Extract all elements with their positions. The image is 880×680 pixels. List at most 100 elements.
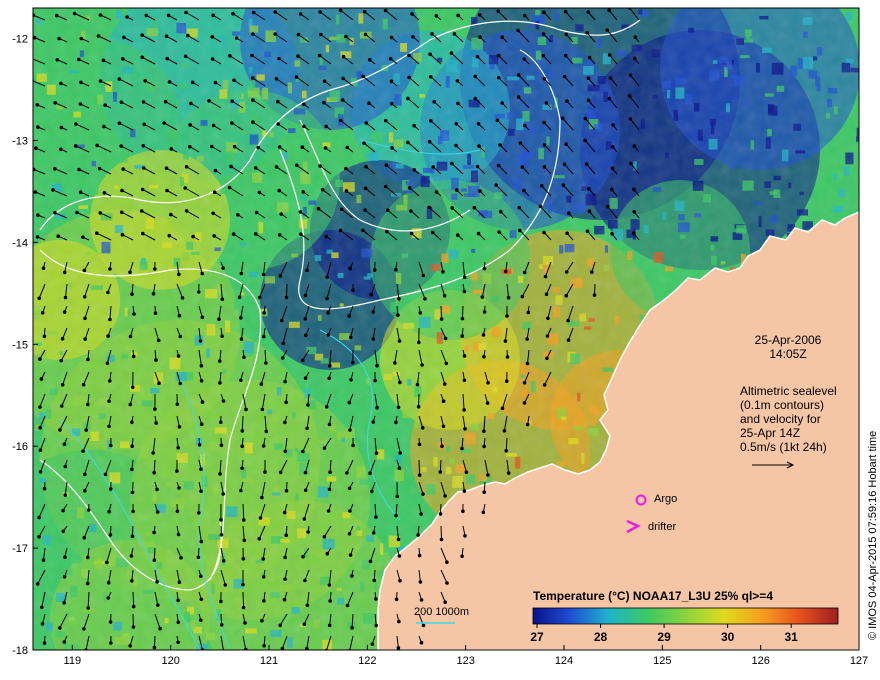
velocity-arrow-head bbox=[63, 464, 68, 469]
velocity-arrow-head bbox=[542, 143, 547, 147]
velocity-arrow-head bbox=[522, 123, 527, 128]
velocity-arrow-head bbox=[371, 310, 376, 314]
velocity-arrow-head bbox=[294, 75, 299, 79]
velocity-arrow-head bbox=[375, 363, 379, 368]
velocity-arrow-head bbox=[230, 99, 234, 103]
velocity-arrow-head bbox=[60, 337, 65, 341]
velocity-arrow-head bbox=[584, 162, 589, 166]
velocity-arrow-head bbox=[278, 623, 283, 628]
velocity-arrow-head bbox=[284, 400, 288, 405]
velocity-arrow-head bbox=[180, 296, 185, 300]
velocity-arrow-head bbox=[141, 166, 146, 170]
velocity-arrow-head bbox=[394, 597, 399, 602]
x-tick-label: 124 bbox=[555, 655, 573, 667]
velocity-arrow-head bbox=[184, 209, 189, 213]
velocity-arrow-head bbox=[262, 334, 266, 339]
velocity-arrow-head bbox=[98, 211, 103, 215]
velocity-arrow-head bbox=[394, 420, 398, 425]
velocity-arrow-head bbox=[473, 74, 478, 79]
velocity-arrow-head bbox=[167, 80, 172, 84]
y-tick-label: -18 bbox=[12, 645, 28, 657]
velocity-arrow-head bbox=[261, 272, 266, 277]
velocity-arrow-head bbox=[348, 266, 352, 271]
velocity-arrow-head bbox=[53, 211, 57, 215]
velocity-arrow-head bbox=[326, 509, 331, 513]
velocity-arrow-head bbox=[131, 625, 136, 629]
velocity-arrow-head bbox=[197, 511, 201, 515]
velocity-arrow-head bbox=[239, 271, 244, 276]
velocity-arrow-head bbox=[177, 425, 182, 429]
velocity-arrow-head bbox=[33, 190, 38, 194]
velocity-arrow-head bbox=[456, 13, 460, 18]
velocity-arrow-head bbox=[274, 77, 279, 81]
velocity-arrow-head bbox=[434, 14, 439, 18]
velocity-arrow-head bbox=[284, 295, 289, 300]
velocity-arrow-head bbox=[175, 469, 179, 473]
date-text: 25-Apr-2006 bbox=[754, 333, 822, 347]
velocity-arrow-head bbox=[585, 229, 590, 233]
velocity-arrow-head bbox=[586, 98, 591, 103]
velocity-arrow-head bbox=[260, 495, 264, 500]
velocity-arrow-head bbox=[518, 228, 522, 233]
velocity-arrow-head bbox=[368, 559, 373, 564]
velocity-arrow-head bbox=[305, 426, 309, 431]
velocity-arrow-head bbox=[323, 146, 328, 150]
velocity-arrow-head bbox=[152, 558, 157, 563]
velocity-arrow-head bbox=[428, 52, 432, 57]
velocity-arrow-head bbox=[419, 640, 424, 645]
velocity-arrow-head bbox=[427, 205, 432, 210]
velocity-arrow-head bbox=[186, 33, 190, 38]
velocity-arrow-head bbox=[301, 554, 305, 559]
velocity-arrow-head bbox=[412, 168, 417, 172]
velocity-arrow-head bbox=[397, 619, 401, 624]
velocity-arrow-head bbox=[397, 339, 402, 343]
velocity-arrow-head bbox=[543, 274, 548, 279]
velocity-arrow-head bbox=[175, 402, 180, 407]
velocity-arrow-head bbox=[450, 161, 454, 166]
velocity-arrow-head bbox=[394, 267, 398, 272]
velocity-arrow-head bbox=[520, 165, 525, 169]
velocity-arrow-head bbox=[59, 358, 64, 363]
velocity-arrow-head bbox=[462, 489, 467, 493]
velocity-arrow-head bbox=[564, 293, 569, 298]
velocity-arrow-head bbox=[361, 74, 365, 79]
velocity-arrow-head bbox=[419, 512, 424, 516]
velocity-arrow-head bbox=[460, 446, 464, 451]
velocity-arrow-head bbox=[372, 578, 377, 583]
velocity-arrow-head bbox=[610, 187, 614, 192]
velocity-arrow-head bbox=[560, 116, 565, 121]
velocity-arrow-head bbox=[162, 121, 166, 125]
velocity-arrow-head bbox=[239, 337, 244, 341]
velocity-arrow-head bbox=[562, 162, 567, 167]
velocity-arrow-head bbox=[83, 472, 87, 477]
velocity-arrow-head bbox=[283, 420, 287, 425]
velocity-arrow-head bbox=[165, 188, 169, 193]
velocity-arrow-head bbox=[318, 10, 322, 14]
velocity-arrow-head bbox=[199, 618, 203, 623]
velocity-arrow-head bbox=[235, 212, 240, 217]
velocity-arrow-head bbox=[273, 10, 278, 14]
velocity-arrow-head bbox=[632, 210, 637, 214]
velocity-arrow-head bbox=[251, 10, 256, 15]
velocity-arrow-head bbox=[37, 535, 41, 539]
velocity-arrow-head bbox=[564, 32, 569, 37]
velocity-arrow-head bbox=[462, 354, 467, 358]
velocity-arrow-head bbox=[152, 470, 156, 475]
velocity-arrow-head bbox=[101, 58, 106, 63]
velocity-arrow-head bbox=[505, 355, 510, 359]
velocity-arrow-head bbox=[86, 357, 90, 362]
velocity-arrow-head bbox=[327, 487, 332, 492]
velocity-arrow-head bbox=[152, 645, 157, 650]
velocity-arrow-head bbox=[363, 208, 367, 212]
velocity-arrow-head bbox=[144, 13, 149, 18]
velocity-arrow-head bbox=[280, 318, 284, 323]
velocity-arrow-head bbox=[398, 451, 403, 455]
velocity-arrow-head bbox=[397, 554, 402, 558]
velocity-arrow-head bbox=[156, 338, 161, 343]
velocity-arrow-head bbox=[462, 289, 467, 294]
velocity-arrow-head bbox=[504, 449, 509, 453]
velocity-arrow-head bbox=[176, 640, 180, 645]
colorbar-tick-label: 27 bbox=[530, 630, 544, 644]
velocity-arrow-head bbox=[240, 466, 244, 471]
velocity-arrow-head bbox=[131, 604, 136, 609]
